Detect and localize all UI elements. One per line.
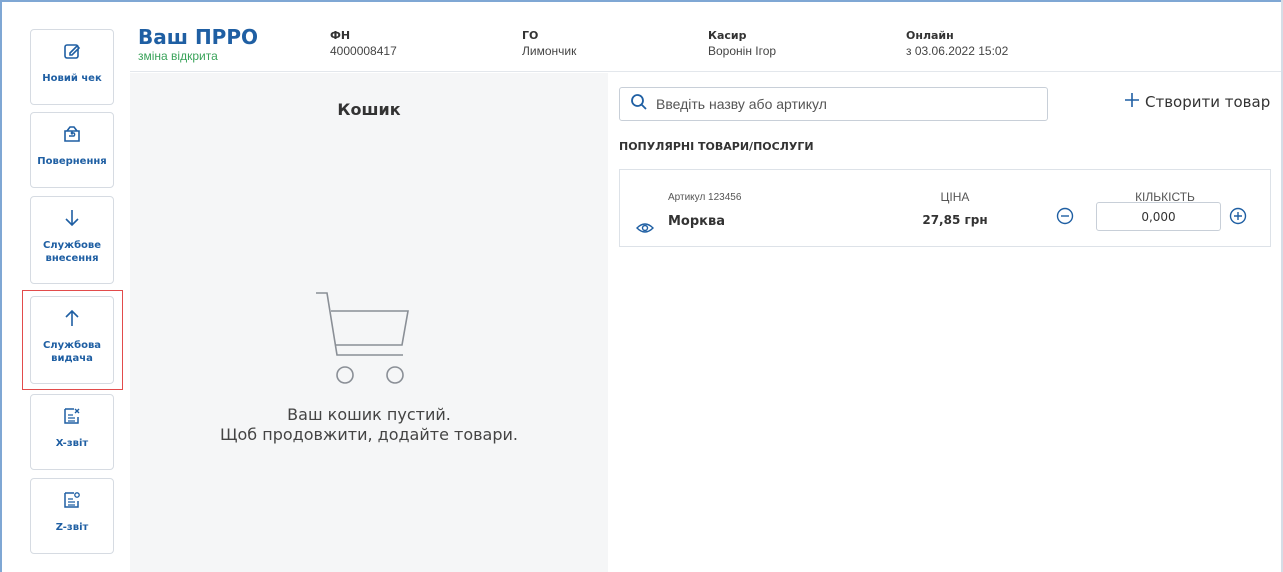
empty-cart-line-1: Ваш кошик пустий. <box>287 405 451 424</box>
edit-icon <box>63 40 81 62</box>
online-since: з 03.06.2022 15:02 <box>906 44 1009 58</box>
shopping-cart-icon <box>315 289 411 390</box>
online-status: Онлайн з 03.06.2022 15:02 <box>906 29 1008 58</box>
cart-panel: Кошик Ваш кошик пустий. Щоб продовжити, … <box>130 73 608 572</box>
sidebar-item-label: X-звіт <box>55 438 89 449</box>
business-entity: ГО Лимончик <box>522 29 576 58</box>
fiscal-number-label: ФН <box>330 29 351 42</box>
sidebar-item-return[interactable]: Повернення <box>30 112 114 188</box>
sidebar-item-label: Службове внесення <box>42 240 102 264</box>
sidebar-item-z-report[interactable]: Z-звіт <box>30 478 114 554</box>
online-label: Онлайн <box>906 29 954 42</box>
search-input[interactable] <box>656 96 1026 112</box>
header: Ваш ПРРО зміна відкрита ФН 4000008417 ГО… <box>130 2 1281 72</box>
empty-cart-line-2: Щоб продовжити, додайте товари. <box>220 425 518 444</box>
create-product-label: Створити товар <box>1145 93 1271 111</box>
product-article: Артикул 123456 <box>668 192 742 203</box>
empty-cart-message: Ваш кошик пустий. Щоб продовжити, додайт… <box>130 405 608 445</box>
sidebar: Новий чек Повернення Службове внесення С… <box>2 2 130 572</box>
sidebar-item-label: Новий чек <box>42 73 102 84</box>
product-card: Артикул 123456 Морква ЦІНА 27,85 грн КІЛ… <box>619 169 1271 247</box>
shift-status: зміна відкрита <box>138 49 218 63</box>
minus-circle-icon[interactable] <box>1056 207 1074 230</box>
sidebar-item-label: Z-звіт <box>55 522 89 533</box>
brand: Ваш ПРРО зміна відкрита <box>138 26 258 63</box>
quantity-input[interactable] <box>1096 202 1221 231</box>
sidebar-item-label: Повернення <box>37 156 107 167</box>
brand-title: Ваш ПРРО <box>138 25 258 49</box>
cashier: Касир Воронін Ігор <box>708 29 776 58</box>
sidebar-item-x-report[interactable]: X-звіт <box>30 394 114 470</box>
arrow-down-icon <box>63 207 81 229</box>
fiscal-number: ФН 4000008417 <box>330 29 397 58</box>
popular-section-title: ПОПУЛЯРНІ ТОВАРИ/ПОСЛУГИ <box>619 140 814 153</box>
sidebar-item-new-check[interactable]: Новий чек <box>30 29 114 105</box>
cashier-name: Воронін Ігор <box>708 44 777 58</box>
selection-highlight <box>22 290 123 390</box>
fiscal-number-value: 4000008417 <box>330 44 397 58</box>
eye-icon[interactable] <box>636 221 654 239</box>
cart-title: Кошик <box>337 100 401 119</box>
product-price: 27,85 грн <box>922 213 988 227</box>
cashier-label: Касир <box>708 29 747 42</box>
sidebar-item-service-deposit[interactable]: Службове внесення <box>30 196 114 284</box>
search-icon <box>630 93 648 116</box>
create-product-button[interactable]: Створити товар <box>1125 93 1270 111</box>
plus-icon <box>1125 93 1139 111</box>
product-name: Морква <box>668 214 725 229</box>
z-report-icon <box>63 489 81 511</box>
search-box[interactable] <box>619 87 1048 121</box>
plus-circle-icon[interactable] <box>1229 207 1247 230</box>
business-entity-value: Лимончик <box>522 44 577 58</box>
business-entity-label: ГО <box>522 29 539 42</box>
price-header: ЦІНА <box>940 190 970 204</box>
x-report-icon <box>63 405 81 427</box>
return-icon <box>62 123 82 145</box>
